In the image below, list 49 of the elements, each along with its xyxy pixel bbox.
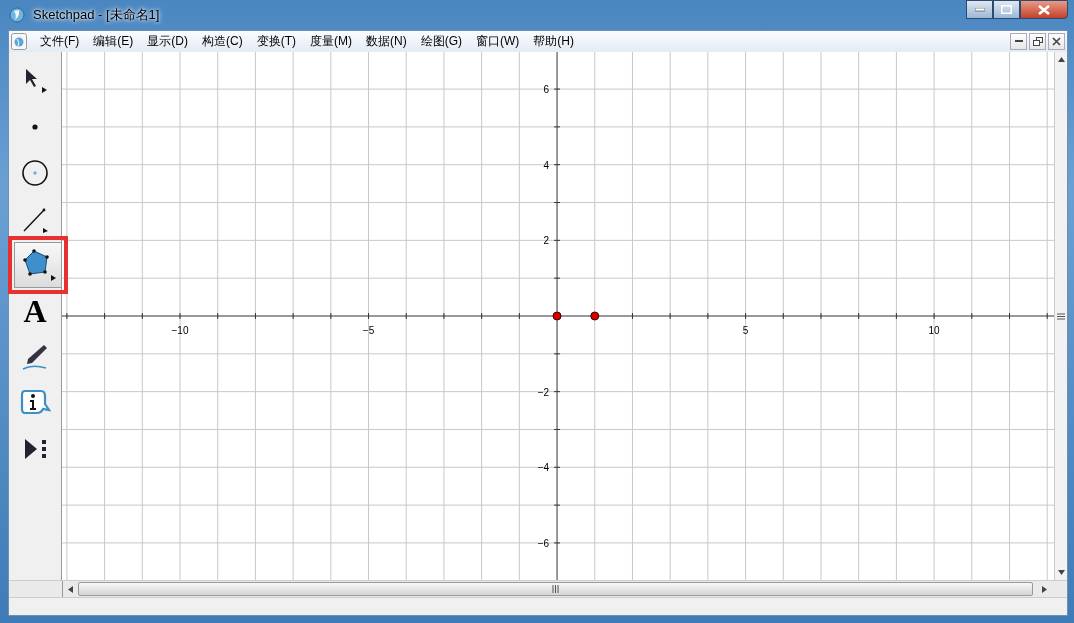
scroll-up-icon[interactable] — [1057, 57, 1065, 62]
close-icon — [1038, 4, 1050, 15]
axis-tick-label: −5 — [362, 325, 375, 336]
axis-tick-label: −4 — [537, 462, 550, 474]
axis-tick-label: 5 — [742, 325, 749, 336]
scroll-right-icon[interactable] — [1042, 585, 1047, 593]
menu-item[interactable]: 显示(D) — [140, 33, 195, 50]
dot-icon — [32, 124, 38, 130]
window-title: Sketchpad - [未命名1] — [33, 6, 160, 24]
axis-tick-label: −2 — [537, 386, 550, 398]
minimize-icon — [1014, 40, 1023, 43]
axis-tick-label: 6 — [543, 84, 550, 96]
menu-item[interactable]: 数据(N) — [359, 33, 414, 50]
minimize-icon — [974, 7, 985, 12]
maximize-button[interactable] — [993, 0, 1020, 19]
menu-item[interactable]: 度量(M) — [303, 33, 359, 50]
circle-icon — [20, 158, 50, 188]
close-icon — [1052, 37, 1061, 46]
document-icon[interactable] — [11, 33, 27, 50]
close-button[interactable] — [1048, 33, 1065, 50]
restore-button[interactable] — [1029, 33, 1046, 50]
point[interactable] — [552, 311, 562, 321]
axis-tick-label: 10 — [928, 325, 940, 336]
menu-item[interactable]: 帮助(H) — [526, 33, 581, 50]
minimize-button[interactable] — [1010, 33, 1027, 50]
axis-tick-label: −10 — [171, 325, 189, 336]
vertical-scrollbar[interactable] — [1054, 52, 1067, 580]
app-logo-icon — [9, 7, 25, 23]
pen-icon — [20, 342, 50, 372]
axis-tick-label: 2 — [543, 235, 550, 247]
axis-tick-label: −6 — [537, 537, 550, 549]
scroll-left-icon[interactable] — [68, 585, 73, 593]
menu-item[interactable]: 构造(C) — [195, 33, 250, 50]
menu-item[interactable]: 编辑(E) — [86, 33, 141, 50]
minimize-button[interactable] — [966, 0, 993, 19]
scroll-down-icon[interactable] — [1057, 570, 1065, 575]
restore-icon — [1032, 36, 1043, 47]
text-tool-button[interactable]: A — [13, 288, 57, 334]
menu-item[interactable]: 绘图(G) — [413, 33, 469, 50]
horizontal-scroll-thumb[interactable] — [78, 582, 1033, 596]
menu-item[interactable]: 窗口(W) — [469, 33, 527, 50]
maximize-icon — [1001, 5, 1012, 14]
close-button[interactable] — [1020, 0, 1068, 19]
menu-item[interactable]: 文件(F) — [33, 33, 87, 50]
grip-icon — [552, 585, 559, 593]
menu-item[interactable]: 变换(T) — [249, 33, 303, 50]
grip-icon[interactable] — [1057, 312, 1065, 320]
point[interactable] — [590, 311, 600, 321]
axis-tick-label: 4 — [543, 159, 550, 171]
